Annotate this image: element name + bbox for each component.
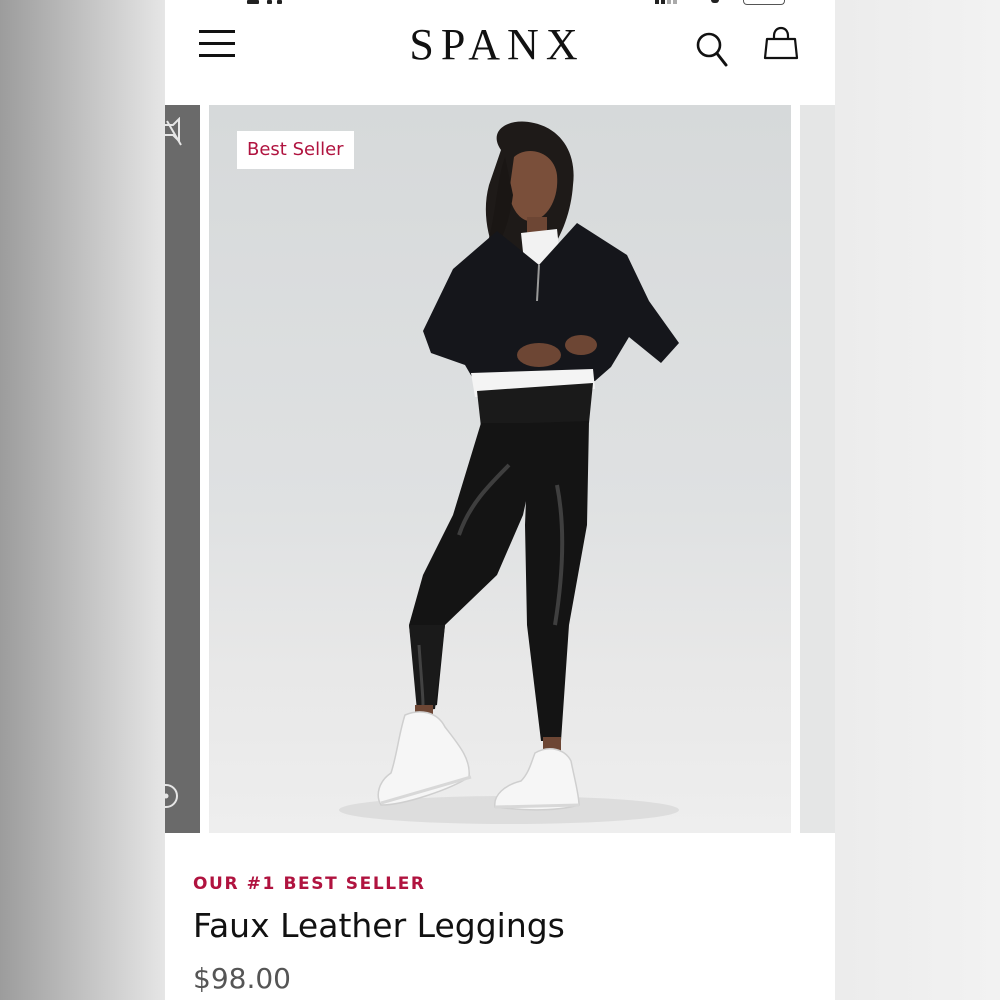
next-slide-peek[interactable]: [800, 105, 835, 833]
hamburger-menu-icon[interactable]: [199, 28, 235, 58]
brand-logo[interactable]: SPANX: [379, 20, 615, 70]
product-price: $98.00: [193, 962, 291, 995]
circle-icon[interactable]: [165, 783, 179, 809]
model-figure: [339, 121, 679, 824]
site-header: SPANX: [165, 0, 835, 100]
product-image-carousel[interactable]: Best Seller: [165, 105, 835, 833]
best-seller-badge: Best Seller: [237, 131, 354, 169]
product-image[interactable]: Best Seller: [209, 105, 791, 833]
phone-screen: SPANX Best Seller OUR #1 BEST SELLER Fau…: [165, 0, 835, 1000]
product-name[interactable]: Faux Leather Leggings: [193, 906, 565, 945]
shopping-bag-icon[interactable]: [763, 26, 799, 62]
product-eyebrow: OUR #1 BEST SELLER: [193, 874, 426, 894]
search-icon[interactable]: [695, 30, 729, 68]
previous-slide-peek[interactable]: [165, 105, 200, 833]
speaker-muted-icon[interactable]: [165, 116, 183, 147]
